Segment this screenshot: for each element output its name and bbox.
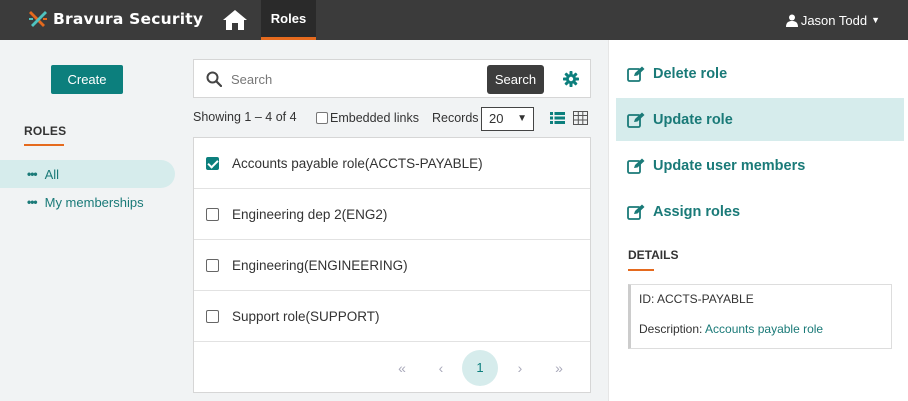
row-checkbox[interactable] [206,207,219,221]
sidebar-item-label: My memberships [44,194,144,210]
sidebar-item-my-memberships[interactable]: ••• My memberships [0,188,144,216]
top-navigation-bar: Bravura Security Roles Jason Todd ▼ [0,0,908,40]
bravura-logo-icon [29,11,47,27]
row-label: Engineering(ENGINEERING) [232,257,408,273]
last-page-button[interactable]: » [541,350,577,386]
search-button[interactable]: Search [487,65,544,94]
row-checkbox[interactable] [206,156,219,170]
update-user-members-action[interactable]: Update user members [616,144,904,187]
row-checkbox[interactable] [206,309,219,323]
records-label: Records [432,111,479,125]
list-item[interactable]: Accounts payable role(ACCTS-PAYABLE) [194,138,590,189]
records-value: 20 [489,111,504,126]
list-view-icon[interactable] [550,111,565,125]
home-icon [223,10,247,30]
pagination: « ‹ 1 › » [194,343,590,393]
row-label: Engineering dep 2(ENG2) [232,206,388,222]
assign-roles-action[interactable]: Assign roles [616,190,904,233]
chevron-down-icon: ▼ [517,113,527,124]
embedded-links-toggle[interactable]: Embedded links [316,111,419,125]
list-item[interactable]: Engineering(ENGINEERING) [194,240,590,291]
previous-page-button[interactable]: ‹ [423,350,459,386]
description-label: Description: [639,322,703,336]
list-item[interactable]: Engineering dep 2(ENG2) [194,189,590,240]
update-role-action[interactable]: Update role [616,98,904,141]
table-view-icon[interactable] [573,111,588,125]
sidebar-item-all[interactable]: ••• All [0,160,175,188]
roles-list: Accounts payable role(ACCTS-PAYABLE) Eng… [193,137,591,393]
page-1-button[interactable]: 1 [462,350,498,386]
gear-icon[interactable] [563,71,579,87]
user-icon [785,14,798,27]
sidebar-heading-underline [24,144,64,146]
details-heading-underline [628,269,654,271]
user-name: Jason Todd [800,12,868,28]
action-label: Update role [653,111,733,128]
details-heading: DETAILS [628,248,679,262]
first-page-button[interactable]: « [384,350,420,386]
embedded-links-checkbox[interactable] [316,112,328,124]
row-label: Accounts payable role(ACCTS-PAYABLE) [232,155,483,171]
row-label: Support role(SUPPORT) [232,308,380,324]
home-button[interactable] [222,9,248,31]
action-label: Assign roles [653,203,741,220]
details-card: ID: ACCTS-PAYABLE Description: Accounts … [628,284,892,349]
details-id-line: ID: ACCTS-PAYABLE [639,292,754,306]
delete-role-action[interactable]: Delete role [616,52,904,95]
app-name: Bravura Security [53,10,204,28]
next-page-button[interactable]: › [502,350,538,386]
records-per-page-select[interactable]: 20 ▼ [481,107,534,131]
action-label: Delete role [653,65,728,82]
ellipsis-icon: ••• [27,195,38,209]
search-input[interactable] [231,68,481,90]
embedded-links-label: Embedded links [330,111,419,125]
sidebar-item-label: All [44,166,60,182]
row-checkbox[interactable] [206,258,219,272]
edit-icon [627,112,645,128]
id-label: ID: [639,292,655,306]
search-icon [206,71,222,87]
brand-logo[interactable]: Bravura Security [28,9,203,29]
user-menu[interactable]: Jason Todd ▼ [785,0,880,40]
edit-icon [627,204,645,220]
create-button[interactable]: Create [51,65,123,94]
chevron-down-icon: ▼ [871,15,880,25]
sidebar-heading: ROLES [24,124,67,138]
tab-roles[interactable]: Roles [261,0,316,40]
action-label: Update user members [653,157,806,174]
description-value: Accounts payable role [705,322,824,336]
id-value: ACCTS-PAYABLE [657,292,754,306]
results-count: Showing 1 – 4 of 4 [193,110,297,124]
edit-icon [627,158,645,174]
details-description-line: Description: Accounts payable role [639,322,823,336]
actions-panel: Delete role Update role Update user memb… [608,40,908,401]
ellipsis-icon: ••• [27,167,38,181]
search-bar: Search [193,59,591,98]
edit-icon [627,66,645,82]
list-item[interactable]: Support role(SUPPORT) [194,291,590,342]
